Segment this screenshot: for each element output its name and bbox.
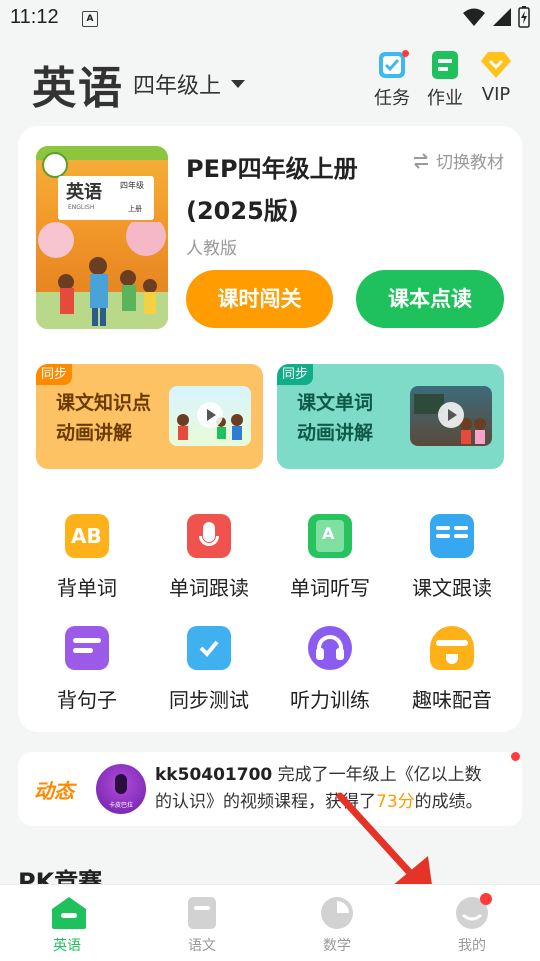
promo-line2: 动画讲解 — [297, 422, 374, 444]
feature-label: 单词跟读 — [169, 576, 249, 600]
cover-grade: 四年级 — [120, 181, 144, 190]
feature-listening-training[interactable]: 听力训练 — [269, 626, 391, 713]
tab-mine[interactable]: 我的 — [432, 893, 512, 955]
caret-down-icon — [231, 80, 246, 88]
home-icon — [49, 895, 86, 931]
task-notification-dot — [402, 50, 409, 57]
status-time: 11:12 — [10, 6, 59, 28]
promo-text: 课文知识点 动画讲解 — [56, 388, 151, 448]
tab-math[interactable]: 数学 — [297, 895, 377, 955]
promo-thumbnail — [169, 386, 251, 446]
feature-memorize-sentences[interactable]: 背句子 — [26, 626, 148, 713]
ab-card-icon: AB — [65, 514, 109, 558]
homework-label: 作业 — [427, 88, 463, 109]
feed-label: 动态 — [34, 779, 74, 803]
textbook-cover[interactable]: 英语 四年级 ENGLISH 上册 — [36, 146, 168, 329]
avatar-caption: 卡皮巴拉 — [108, 802, 133, 809]
avatar-figure — [115, 774, 127, 794]
feature-label: 背句子 — [57, 688, 117, 712]
feed-notification-dot — [511, 752, 520, 761]
test-clipboard-icon — [187, 626, 231, 670]
avatar: 卡皮巴拉 — [96, 764, 146, 814]
feature-memorize-words[interactable]: AB 背单词 — [26, 514, 148, 601]
tab-label: 语文 — [188, 938, 216, 954]
feature-word-dictation[interactable]: A 单词听写 — [269, 514, 391, 601]
play-icon — [438, 402, 464, 428]
bottom-tab-bar: 英语 语文 数学 我的 — [0, 884, 540, 961]
textbook-read-button[interactable]: 课本点读 — [356, 270, 504, 328]
cover-illustration — [36, 222, 168, 329]
system-icons — [462, 6, 530, 28]
book-title: PEP四年级上册(2025版) — [186, 155, 358, 225]
tab-label: 数学 — [323, 938, 351, 954]
chinese-book-icon — [184, 895, 220, 931]
feature-sync-test[interactable]: 同步测试 — [148, 626, 270, 713]
promo-word-animation[interactable]: 同步 课文单词 动画讲解 — [277, 364, 504, 469]
vip-diamond-icon — [481, 52, 511, 78]
switch-arrows-icon — [414, 152, 428, 169]
headphones-icon — [308, 626, 352, 670]
tab-chinese[interactable]: 语文 — [162, 895, 242, 955]
vip-button[interactable]: VIP — [471, 50, 521, 105]
promo-text-animation[interactable]: 同步 课文知识点 动画讲解 — [36, 364, 263, 469]
switch-textbook-label: 切换教材 — [436, 153, 504, 173]
app-header: 英语 四年级上 任务 作业 VIP — [0, 44, 540, 114]
promo-line2: 动画讲解 — [56, 422, 133, 444]
lesson-challenge-button[interactable]: 课时闯关 — [186, 270, 333, 328]
cover-subtitle: ENGLISH — [68, 204, 95, 211]
feature-label: 听力训练 — [290, 688, 370, 712]
feature-label: 同步测试 — [169, 688, 249, 712]
status-bar: 11:12 A — [0, 0, 540, 36]
feature-text-follow-read[interactable]: 课文跟读 — [391, 514, 513, 601]
homework-icon — [432, 51, 458, 79]
task-label: 任务 — [374, 88, 410, 109]
promo-line1: 课文知识点 — [56, 392, 152, 414]
wifi-icon — [463, 8, 485, 26]
battery-icon — [518, 6, 530, 28]
feature-label: 背单词 — [57, 576, 117, 600]
book-publisher: 人教版 — [186, 239, 237, 259]
feature-label: 单词听写 — [290, 576, 370, 600]
tab-label: 我的 — [458, 938, 486, 954]
dictation-pen-icon: A — [308, 514, 352, 558]
task-button[interactable]: 任务 — [367, 50, 417, 110]
dubbing-bell-icon — [430, 626, 474, 670]
grade-selector[interactable]: 四年级上 — [133, 68, 246, 100]
switch-textbook-button[interactable]: 切换教材 — [412, 148, 504, 173]
homework-button[interactable]: 作业 — [420, 50, 470, 110]
tab-label: 英语 — [53, 938, 81, 954]
feature-fun-dubbing[interactable]: 趣味配音 — [391, 626, 513, 713]
promo-thumbnail — [410, 386, 492, 446]
publisher-logo-icon — [42, 152, 68, 178]
feature-label: 趣味配音 — [412, 688, 492, 712]
promo-tag: 同步 — [277, 364, 314, 385]
math-pie-icon — [319, 895, 355, 931]
textbook-card: 英语 四年级 ENGLISH 上册 PEP四年级上册(2025版) 人教版 切换… — [18, 126, 522, 732]
open-book-icon — [430, 514, 474, 558]
microphone-icon — [187, 514, 231, 558]
feed-user: kk50401700 — [155, 765, 273, 785]
play-icon — [197, 402, 223, 428]
feature-label: 课文跟读 — [412, 576, 492, 600]
promo-text: 课文单词 动画讲解 — [297, 388, 373, 448]
feature-word-follow-read[interactable]: 单词跟读 — [148, 514, 270, 601]
signal-icon — [493, 8, 511, 26]
notification-a-icon: A — [82, 11, 98, 27]
cover-volume: 上册 — [128, 205, 142, 213]
cover-title: 英语 — [66, 182, 102, 203]
promo-tag: 同步 — [36, 364, 73, 385]
promo-line1: 课文单词 — [297, 392, 374, 414]
vip-label: VIP — [481, 84, 511, 105]
mine-notification-dot — [480, 893, 492, 905]
subject-title: 英语 — [32, 63, 124, 114]
sentence-icon — [65, 626, 109, 670]
tab-english[interactable]: 英语 — [27, 895, 107, 955]
grade-label: 四年级上 — [133, 74, 222, 99]
cover-title-box: 英语 四年级 ENGLISH 上册 — [58, 176, 154, 220]
